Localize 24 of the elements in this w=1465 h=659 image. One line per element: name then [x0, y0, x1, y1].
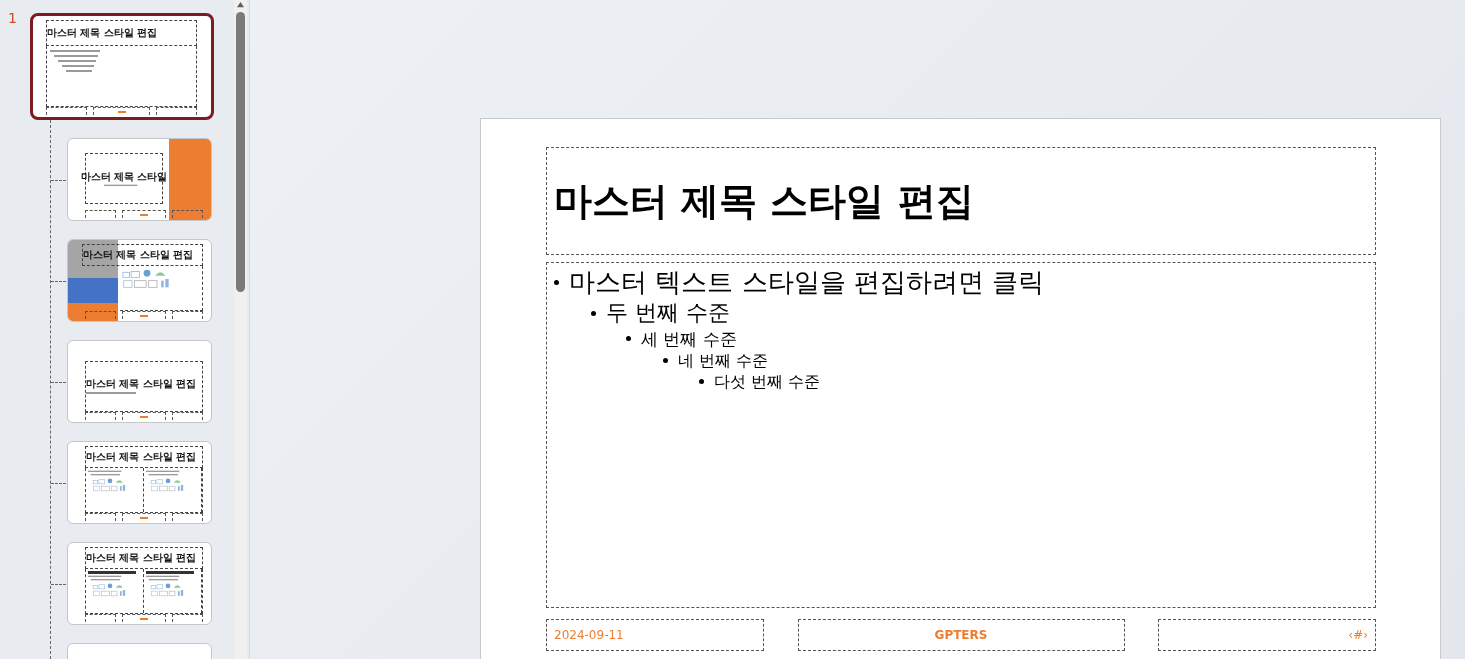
- slide-thumbnail[interactable]: 마스터 제목 스타일 편집: [67, 340, 212, 423]
- body-text: 마스터 텍스트 스타일을 편집하려면 클릭: [569, 267, 1045, 299]
- footer-text: GPTERS: [934, 628, 988, 642]
- slide-number-text: ‹#›: [1348, 628, 1368, 642]
- body-text: 다섯 번째 수준: [714, 372, 821, 392]
- slide-thumbnail[interactable]: 마스터 제목 스타일: [67, 138, 212, 221]
- date-text: 2024-09-11: [554, 628, 624, 642]
- thumbnail-title: 마스터 제목 스타일 편집: [47, 26, 158, 40]
- thumbnail-title: 마스터 제목 스타일 편집: [86, 377, 198, 391]
- slide-thumbnail[interactable]: 마스터 제목 스타일 편집: [67, 239, 212, 322]
- body-placeholder[interactable]: 마스터 텍스트 스타일을 편집하려면 클릭 두 번째 수준 세 번째 수준 네 번째 수준 다섯 번째 수준: [546, 262, 1376, 608]
- slide-number: 1: [8, 10, 17, 26]
- title-placeholder[interactable]: 마스터 제목 스타일 편집: [546, 147, 1376, 255]
- body-text: 세 번째 수준: [641, 328, 737, 349]
- thumbnail-title: 마스터 제목 스타일 편집: [86, 551, 197, 565]
- thumbnail-title: 마스터 제목 스타일: [80, 169, 168, 184]
- slide-thumbnail[interactable]: 마스터 제목 스타일 편집: [67, 441, 212, 524]
- body-text: 네 번째 수준: [678, 350, 769, 371]
- slide-title: 마스터 제목 스타일 편집: [554, 177, 974, 225]
- body-text: 두 번째 수준: [606, 300, 730, 327]
- thumbnail-title: 마스터 제목 스타일 편집: [86, 450, 197, 464]
- slide-thumbnail[interactable]: 마스터 제목 스타일 편집: [67, 542, 212, 625]
- slide-thumbnail[interactable]: 마스터 제목 스타일 편집: [30, 13, 214, 120]
- thumbnail-title: 마스터 제목 스타일 편집: [83, 248, 194, 262]
